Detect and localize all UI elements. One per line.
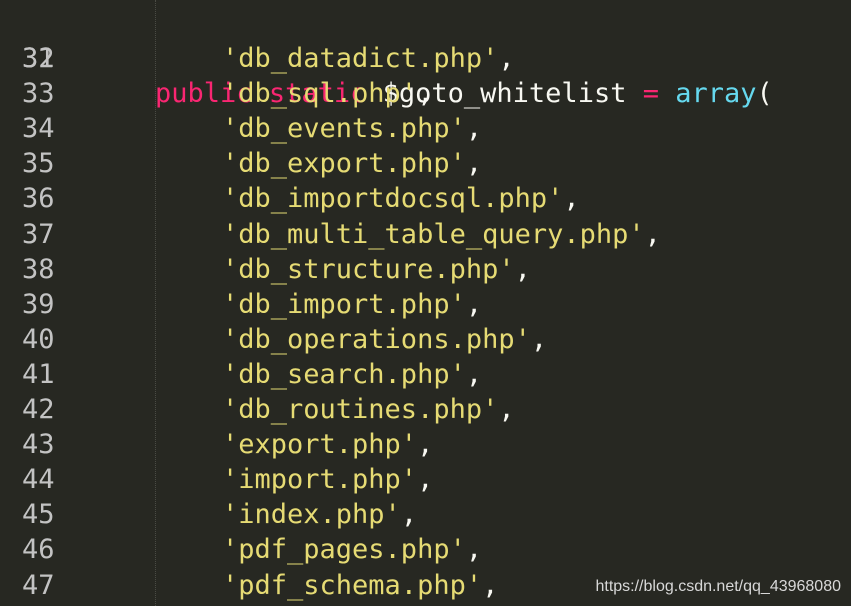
code-text: 'export.php', — [222, 427, 433, 462]
code-line[interactable]: 37 'db_multi_table_query.php', — [0, 217, 851, 252]
string-literal: 'db_export.php' — [222, 148, 466, 180]
code-line[interactable]: 40 'db_operations.php', — [0, 322, 851, 357]
string-literal: 'index.php' — [222, 499, 401, 531]
code-text: 'db_routines.php', — [222, 392, 515, 427]
code-text: 'db_structure.php', — [222, 252, 531, 287]
line-number: 41 — [22, 358, 55, 390]
code-text: 'db_operations.php', — [222, 322, 547, 357]
string-literal: 'db_operations.php' — [222, 323, 531, 355]
comma: , — [417, 429, 434, 461]
code-text: 'db_datadict.php', — [222, 41, 515, 76]
string-literal: 'db_structure.php' — [222, 253, 515, 285]
code-line[interactable]: 39 'db_import.php', — [0, 287, 851, 322]
comma: , — [417, 464, 434, 496]
comma: , — [465, 148, 483, 180]
string-literal: 'db_routines.php' — [222, 394, 499, 425]
line-number: 37 — [22, 218, 55, 250]
string-literal: 'db_sql.php' — [222, 78, 418, 110]
string-literal: 'db_importdocsql.php' — [222, 183, 564, 215]
comma: , — [514, 253, 531, 285]
line-number: 43 — [22, 429, 55, 461]
code-text: 'db_export.php', — [222, 146, 482, 181]
comma: , — [465, 534, 483, 566]
line-number: 34 — [22, 113, 55, 145]
comma: , — [498, 394, 515, 425]
code-line[interactable]: 36 'db_importdocsql.php', — [0, 181, 851, 216]
comma: , — [498, 43, 515, 74]
code-line[interactable]: 34 'db_events.php', — [0, 111, 851, 146]
string-literal: 'db_events.php' — [222, 113, 466, 145]
code-line[interactable]: 31 public static $goto_whitelist = array… — [0, 6, 851, 109]
line-number: 32 — [22, 43, 55, 74]
comma: , — [400, 499, 418, 531]
line-number: 47 — [22, 569, 55, 601]
code-line[interactable]: 45 'index.php', — [0, 497, 851, 532]
line-number: 36 — [22, 183, 55, 215]
code-text: 'import.php', — [222, 462, 433, 497]
code-text: 'db_import.php', — [222, 287, 482, 322]
line-number: 33 — [22, 78, 55, 110]
comma: , — [465, 113, 483, 145]
string-literal: 'export.php' — [222, 429, 418, 461]
comma: , — [417, 78, 434, 110]
string-literal: 'db_import.php' — [222, 288, 466, 320]
code-line[interactable]: 33 'db_sql.php', — [0, 76, 851, 111]
string-literal: 'import.php' — [222, 464, 418, 496]
code-text: 'pdf_schema.php', — [222, 568, 498, 603]
line-number: 38 — [22, 253, 55, 285]
comma: , — [465, 288, 483, 320]
string-literal: 'pdf_schema.php' — [222, 569, 483, 601]
string-literal: 'pdf_pages.php' — [222, 534, 466, 566]
code-text: 'db_multi_table_query.php', — [222, 217, 661, 252]
comma: , — [530, 323, 548, 355]
code-line[interactable]: 44 'import.php', — [0, 462, 851, 497]
line-number: 40 — [22, 323, 55, 355]
line-number: 35 — [22, 148, 55, 180]
line-number: 44 — [22, 464, 55, 496]
code-line[interactable]: 32 'db_datadict.php', — [0, 41, 851, 76]
code-text: 'db_search.php', — [222, 357, 482, 392]
line-number: 46 — [22, 534, 55, 566]
comma: , — [563, 183, 580, 215]
comma: , — [465, 358, 483, 390]
code-text: 'db_importdocsql.php', — [222, 181, 580, 216]
line-number: 42 — [22, 394, 55, 425]
watermark: https://blog.csdn.net/qq_43968080 — [595, 578, 841, 595]
code-line[interactable]: 43 'export.php', — [0, 427, 851, 462]
code-line[interactable]: 42 'db_routines.php', — [0, 392, 851, 427]
code-line[interactable]: 46 'pdf_pages.php', — [0, 532, 851, 567]
code-line[interactable]: 35 'db_export.php', — [0, 146, 851, 181]
code-text: 'index.php', — [222, 497, 417, 532]
code-line[interactable]: 38 'db_structure.php', — [0, 252, 851, 287]
code-text: 'pdf_pages.php', — [222, 532, 482, 567]
comma: , — [644, 218, 661, 250]
code-editor[interactable]: 31 public static $goto_whitelist = array… — [0, 0, 851, 606]
line-number: 45 — [22, 499, 55, 531]
code-text: 'db_sql.php', — [222, 76, 433, 111]
line-number: 39 — [22, 288, 55, 320]
string-literal: 'db_datadict.php' — [222, 43, 499, 74]
comma: , — [482, 569, 499, 601]
code-line[interactable]: 41 'db_search.php', — [0, 357, 851, 392]
code-text: 'db_events.php', — [222, 111, 482, 146]
string-literal: 'db_multi_table_query.php' — [222, 218, 645, 250]
string-literal: 'db_search.php' — [222, 358, 466, 390]
